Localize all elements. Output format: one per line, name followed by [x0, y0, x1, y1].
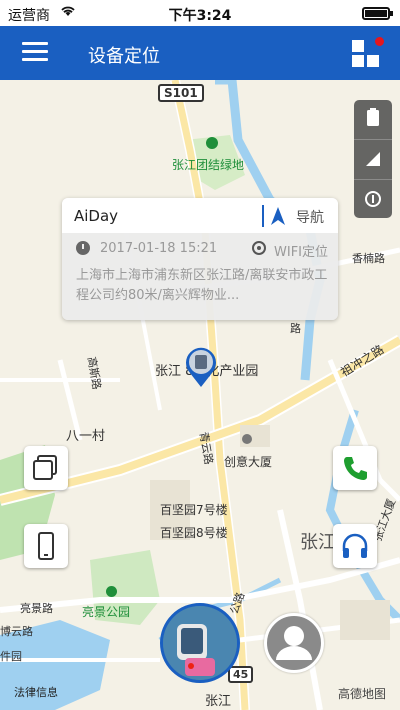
divider: [262, 205, 264, 227]
map-label-zhangjiang-bottom: 张江: [205, 694, 232, 709]
app-header: 设备定位: [0, 26, 400, 80]
call-button[interactable]: [333, 446, 377, 490]
clipboard-icon: [367, 108, 379, 126]
map-label-liangjing-park: 亮景公园: [82, 605, 131, 619]
map-label-jian-rd: 件园: [0, 650, 22, 663]
map-label-lu: 路: [290, 322, 301, 335]
app-root: 运营商 下午3:24 设备定位 S101 张江团结绿地 香楠路 张江 8文化产业…: [0, 0, 400, 710]
signal-icon: [366, 152, 380, 166]
legal-info-link[interactable]: 法律信息: [14, 684, 58, 700]
layers-icon: [33, 455, 57, 480]
gaode-logo: 高德地图: [338, 687, 387, 701]
status-bar: 运营商 下午3:24: [0, 0, 400, 26]
headphones-icon: [342, 533, 368, 558]
map-label-baijian-8: 百坚园8号楼: [160, 526, 228, 540]
map-label-zhangjiang-green: 张江团结绿地: [172, 158, 245, 172]
phone-device-icon: [38, 532, 54, 560]
navigate-arrow-icon[interactable]: [271, 207, 285, 225]
device-button[interactable]: [24, 524, 68, 568]
traffic-toggle[interactable]: [354, 100, 392, 138]
location-type: WIFI定位: [274, 245, 328, 260]
map-label-boyun-rd: 博云路: [0, 625, 33, 638]
map-label-liangjing-rd: 亮景路: [20, 602, 53, 615]
watch-photo: [163, 606, 237, 680]
popup-header: AiDay 导航: [62, 198, 338, 233]
timestamp: 2017-01-18 15:21: [100, 241, 218, 256]
battery-icon: [362, 7, 393, 20]
address-text: 上海市上海市浦东新区张江路/离联安市政工程公司约80米/离兴辉物业...: [76, 268, 328, 303]
pin-icon: [365, 191, 381, 207]
location-pin-toggle[interactable]: [354, 179, 392, 217]
notification-badge: [375, 37, 384, 46]
map-view[interactable]: S101 张江团结绿地 香楠路 张江 8文化产业园 祖冲之路 高斯路 八一村 青…: [0, 80, 400, 710]
device-location-marker[interactable]: [182, 343, 220, 389]
poi-building-icon: [242, 434, 252, 444]
device-avatar[interactable]: [160, 603, 240, 683]
clock-icon: [76, 241, 90, 255]
menu-icon[interactable]: [22, 42, 48, 62]
page-title: 设备定位: [88, 46, 160, 67]
map-label-baijian-7: 百坚园7号楼: [160, 503, 228, 517]
device-info-popup: AiDay 导航 2017-01-18 15:21 WIFI定位 上海市上海市浦…: [62, 198, 338, 320]
user-avatar[interactable]: [264, 613, 324, 673]
map-label-bayi-village: 八一村: [66, 429, 106, 444]
map-type-toggle[interactable]: [354, 139, 392, 177]
person-icon: [276, 626, 312, 660]
poi-pin-icon: [206, 137, 218, 149]
navigate-button[interactable]: 导航: [296, 207, 324, 227]
map-controls: [354, 100, 392, 218]
device-name: AiDay: [74, 207, 119, 225]
highway-shield: S101: [158, 84, 204, 102]
phone-icon: [344, 457, 367, 480]
location-type-icon: [252, 241, 266, 255]
map-label-chuangyi-tower: 创意大厦: [224, 455, 273, 469]
status-time: 下午3:24: [168, 8, 232, 24]
map-label-zhangjiang-big: 张江: [300, 532, 336, 553]
listen-button[interactable]: [333, 524, 377, 568]
layers-button[interactable]: [24, 446, 68, 490]
map-label-xiangnan-rd: 香楠路: [352, 252, 385, 265]
poi-park-icon: [106, 586, 117, 597]
